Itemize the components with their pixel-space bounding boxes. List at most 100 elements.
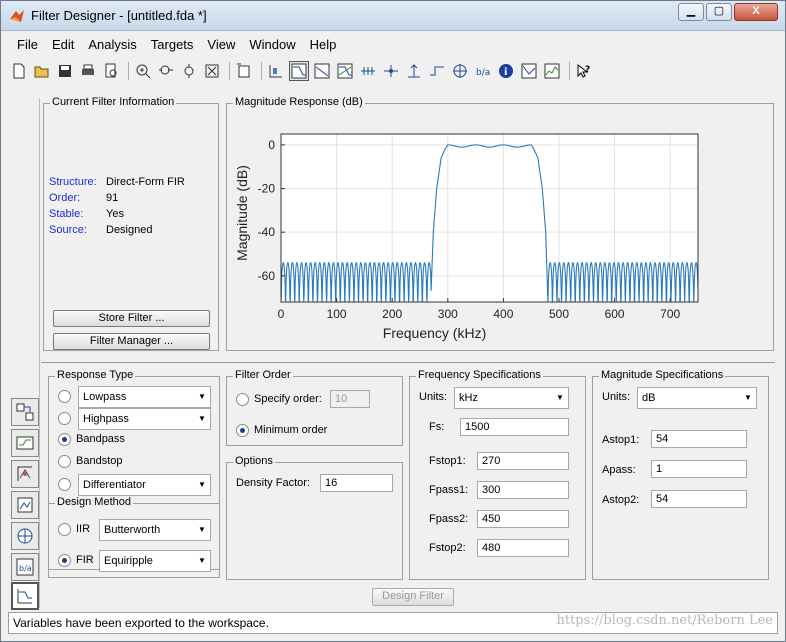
fstop1-field[interactable]: 270 <box>477 452 569 470</box>
highpass-select[interactable]: Highpass ▼ <box>78 408 211 430</box>
apass-label: Apass: <box>602 464 636 476</box>
astop2-label: Astop2: <box>602 494 640 506</box>
bandpass-radio[interactable] <box>58 433 71 446</box>
chevron-down-icon: ▼ <box>744 393 752 402</box>
fpass1-label: Fpass1: <box>429 484 469 496</box>
phase-response-icon[interactable] <box>312 61 332 81</box>
specify-order-radio[interactable] <box>236 393 249 406</box>
highpass-value: Highpass <box>83 413 129 425</box>
frequency-specs-title: Frequency Specifications <box>416 369 543 381</box>
zoom-in-icon[interactable] <box>133 61 153 81</box>
realize-model-icon[interactable] <box>11 460 39 488</box>
save-icon[interactable] <box>55 61 75 81</box>
open-folder-icon[interactable] <box>32 61 52 81</box>
astop2-field[interactable]: 54 <box>651 490 747 508</box>
coefficients-icon[interactable]: b/a <box>473 61 493 81</box>
apass-field[interactable]: 1 <box>651 460 747 478</box>
noise-loading-icon[interactable] <box>542 61 562 81</box>
minimize-button[interactable]: ▁ <box>678 3 704 21</box>
fpass2-field[interactable]: 450 <box>477 510 569 528</box>
specify-order-field[interactable]: 10 <box>330 390 370 408</box>
chevron-down-icon: ▼ <box>198 525 206 534</box>
fs-field[interactable]: 1500 <box>460 418 569 436</box>
density-factor-field[interactable]: 16 <box>320 474 393 492</box>
specify-order-label: Specify order: <box>254 393 322 405</box>
differentiator-select[interactable]: Differentiator ▼ <box>78 474 211 496</box>
iir-label: IIR <box>76 523 91 535</box>
freq-units-select[interactable]: kHz ▼ <box>454 387 569 409</box>
menu-analysis[interactable]: Analysis <box>81 34 143 56</box>
order-label: Order: <box>49 192 81 204</box>
menu-view[interactable]: View <box>200 34 242 56</box>
y-tick-label: 0 <box>268 138 275 152</box>
menu-window[interactable]: Window <box>242 34 302 56</box>
maximize-button[interactable]: ▢ <box>706 3 732 21</box>
fpass1-field[interactable]: 300 <box>477 481 569 499</box>
iir-type-value: Butterworth <box>104 524 161 536</box>
freq-units-value: kHz <box>459 392 478 404</box>
pole-zero-editor-icon[interactable] <box>11 522 39 550</box>
fir-radio[interactable] <box>58 554 71 567</box>
differentiator-value: Differentiator <box>83 479 146 491</box>
x-tick-label: 700 <box>660 307 680 321</box>
close-button[interactable]: X <box>734 3 778 21</box>
magnitude-response-chart[interactable]: 0 100 200 300 400 500 600 700 0 -20 -40 -60 Frequenc… <box>227 104 773 350</box>
step-response-icon[interactable] <box>427 61 447 81</box>
mag-units-select[interactable]: dB ▼ <box>637 387 757 409</box>
impulse-response-icon[interactable] <box>404 61 424 81</box>
iir-type-select[interactable]: Butterworth ▼ <box>99 519 211 541</box>
print-icon[interactable] <box>78 61 98 81</box>
minimum-order-label: Minimum order <box>254 424 328 436</box>
astop1-field[interactable]: 54 <box>651 430 747 448</box>
magnitude-estimate-icon[interactable] <box>519 61 539 81</box>
menu-targets[interactable]: Targets <box>144 34 201 56</box>
bandstop-radio[interactable] <box>58 455 71 468</box>
set-quantization-icon[interactable]: b/a <box>11 553 39 581</box>
density-factor-label: Density Factor: <box>236 477 310 489</box>
lowpass-select[interactable]: Lowpass ▼ <box>78 386 211 408</box>
filter-manager-button[interactable]: Filter Manager ... <box>53 333 210 350</box>
magnitude-phase-icon[interactable] <box>335 61 355 81</box>
lowpass-radio[interactable] <box>58 390 71 403</box>
highpass-radio[interactable] <box>58 412 71 425</box>
x-tick-label: 100 <box>327 307 347 321</box>
design-filter-button[interactable]: Design Filter <box>372 588 454 606</box>
create-multirate-icon[interactable] <box>11 429 39 457</box>
fstop2-field[interactable]: 480 <box>477 539 569 557</box>
new-figure-icon[interactable] <box>234 61 254 81</box>
source-label: Source: <box>49 224 87 236</box>
y-axis-label: Magnitude (dB) <box>234 165 250 261</box>
fir-type-value: Equiripple <box>104 555 153 567</box>
options-title: Options <box>233 455 275 467</box>
design-filter-panel-icon[interactable] <box>11 582 39 610</box>
zoom-x-icon[interactable] <box>156 61 176 81</box>
new-file-icon[interactable] <box>9 61 29 81</box>
whats-this-help-icon[interactable]: ? <box>574 61 594 81</box>
print-preview-icon[interactable] <box>101 61 121 81</box>
menu-help[interactable]: Help <box>303 34 344 56</box>
svg-text:b/a: b/a <box>19 564 32 573</box>
transform-filter-icon[interactable] <box>11 398 39 426</box>
full-view-icon[interactable] <box>202 61 222 81</box>
filter-info-icon[interactable]: i <box>496 61 516 81</box>
group-delay-icon[interactable] <box>358 61 378 81</box>
menu-file[interactable]: File <box>10 34 45 56</box>
window-title: Filter Designer - [untitled.fda *] <box>31 8 207 23</box>
fir-label: FIR <box>76 554 94 566</box>
menu-edit[interactable]: Edit <box>45 34 81 56</box>
minimum-order-radio[interactable] <box>236 424 249 437</box>
astop1-label: Astop1: <box>602 434 640 446</box>
import-filter-icon[interactable] <box>11 491 39 519</box>
phase-delay-icon[interactable] <box>381 61 401 81</box>
magnitude-response-group: Magnitude Response (dB) 0 100 200 300 400 500… <box>226 96 774 351</box>
filter-specs-icon[interactable] <box>266 61 286 81</box>
differentiator-radio[interactable] <box>58 478 71 491</box>
zoom-y-icon[interactable] <box>179 61 199 81</box>
toolbar-separator <box>229 62 230 80</box>
options-group: Options Density Factor: 16 <box>226 455 403 580</box>
fir-type-select[interactable]: Equiripple ▼ <box>99 550 211 572</box>
iir-radio[interactable] <box>58 523 71 536</box>
store-filter-button[interactable]: Store Filter ... <box>53 310 210 327</box>
pole-zero-icon[interactable] <box>450 61 470 81</box>
magnitude-response-icon[interactable] <box>289 61 309 81</box>
